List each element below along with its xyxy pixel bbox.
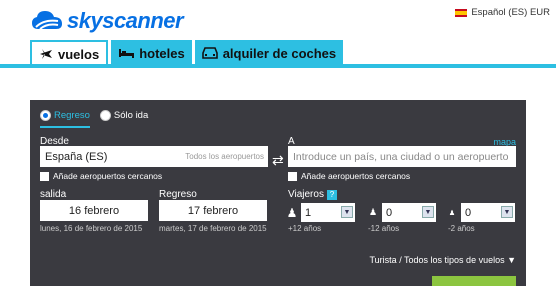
search-button[interactable] (432, 276, 516, 286)
tab-label: alquiler de coches (222, 45, 337, 61)
return-detail: martes, 17 de febrero de 2015 (159, 224, 267, 233)
children-age: -12 años (368, 224, 400, 233)
infants-value: 0 (465, 206, 472, 219)
checkbox-label: Añade aeropuertos cercanos (53, 171, 163, 181)
car-icon (201, 46, 218, 59)
adults-age: +12 años (288, 224, 322, 233)
infants-select[interactable]: 0 ▼ (461, 203, 515, 222)
to-placeholder: Introduce un país, una ciudad o un aerop… (293, 150, 509, 163)
skyscanner-logo[interactable]: skyscanner (30, 8, 184, 34)
tab-alquiler-de-coches[interactable]: alquiler de coches (194, 40, 344, 66)
site-header: skyscanner Español (ES) EUR vuelos hotel… (0, 0, 556, 66)
radio-off-icon (99, 110, 111, 121)
to-field[interactable]: Introduce un país, una ciudad o un aerop… (288, 146, 516, 167)
to-nearby-checkbox[interactable]: Añade aeropuertos cercanos (288, 171, 410, 181)
tab-label: hoteles (139, 45, 185, 61)
departure-value: 16 febrero (68, 204, 120, 217)
tab-hoteles[interactable]: hoteles (111, 40, 192, 66)
return-label: Regreso (159, 189, 197, 200)
cabin-class-selector[interactable]: Turista / Todos los tipos de vuelos ▼ (370, 255, 516, 265)
trip-type-label: Sólo ida (113, 110, 149, 121)
plane-icon (40, 49, 52, 59)
trip-type: Regreso Sólo ida (40, 110, 148, 121)
from-hint: Todos los aeropuertos (185, 152, 264, 161)
trip-type-label: Regreso (54, 110, 90, 121)
brand-name: skyscanner (67, 8, 184, 33)
from-value: España (ES) (45, 150, 108, 163)
departure-detail: lunes, 16 de febrero de 2015 (40, 224, 143, 233)
departure-label: salida (40, 189, 67, 200)
adults-value: 1 (305, 206, 312, 219)
children-value: 0 (386, 206, 393, 219)
tab-vuelos[interactable]: vuelos (30, 40, 109, 66)
spain-flag-icon (455, 8, 468, 17)
adults-selector: ♟ 1 ▼ (286, 203, 355, 222)
child-icon: ♟ (368, 207, 378, 217)
help-icon[interactable]: ? (326, 190, 337, 200)
locale-label: Español (ES) EUR (471, 7, 550, 18)
departure-date-field[interactable]: 16 febrero (40, 200, 148, 221)
flight-search-panel: Regreso Sólo ida Desde España (ES) Todos… (30, 100, 526, 286)
radio-on-icon (40, 110, 51, 121)
travellers-label: Viajeros? (288, 189, 337, 200)
checkbox-icon (288, 171, 297, 181)
trip-type-one-way[interactable]: Sólo ida (99, 110, 149, 121)
checkbox-icon (40, 171, 49, 181)
infants-age: -2 años (448, 224, 475, 233)
tab-label: vuelos (58, 46, 100, 62)
chevron-down-icon: ▼ (501, 206, 513, 218)
infant-icon: ♟ (448, 209, 456, 217)
return-value: 17 febrero (187, 204, 239, 217)
product-tabs: vuelos hoteles alquiler de coches (30, 40, 344, 66)
locale-selector[interactable]: Español (ES) EUR (455, 7, 550, 18)
bed-icon (119, 49, 135, 58)
adults-select[interactable]: 1 ▼ (301, 203, 355, 222)
selected-option-underline (40, 126, 90, 128)
cloud-icon (32, 11, 62, 30)
swap-icon[interactable]: ⇄ (272, 152, 284, 169)
from-nearby-checkbox[interactable]: Añade aeropuertos cercanos (40, 171, 162, 181)
return-date-field[interactable]: 17 febrero (159, 200, 267, 221)
checkbox-label: Añade aeropuertos cercanos (301, 171, 411, 181)
from-field[interactable]: España (ES) Todos los aeropuertos (40, 146, 268, 167)
adult-icon: ♟ (286, 205, 298, 220)
chevron-down-icon: ▼ (422, 206, 434, 218)
tab-underline-bar (0, 64, 556, 68)
chevron-down-icon: ▼ (341, 206, 353, 218)
trip-type-return[interactable]: Regreso (40, 110, 90, 121)
infants-selector: ♟ 0 ▼ (446, 203, 515, 222)
children-selector: ♟ 0 ▼ (367, 203, 436, 222)
children-select[interactable]: 0 ▼ (382, 203, 436, 222)
travellers-label-text: Viajeros (288, 189, 324, 200)
